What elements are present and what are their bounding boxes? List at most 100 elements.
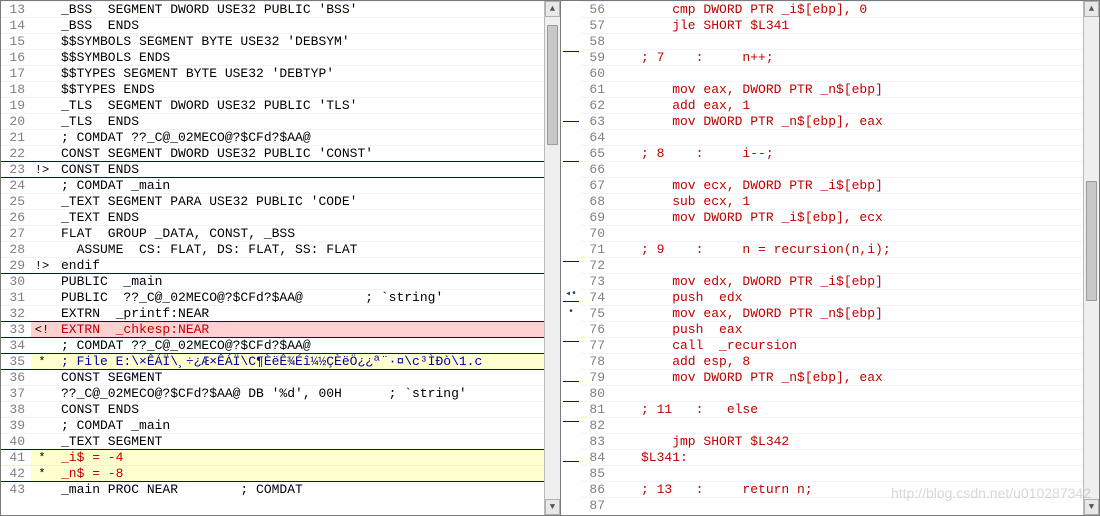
code-row[interactable]: 77 call _recursion	[581, 337, 1099, 353]
code-row[interactable]: 39; COMDAT _main	[1, 417, 560, 433]
code-row[interactable]: 80	[581, 385, 1099, 401]
code-row[interactable]: 86; 13 : return n;	[581, 481, 1099, 497]
code-text: ASSUME CS: FLAT, DS: FLAT, SS: FLAT	[53, 242, 560, 257]
diff-overview-strip[interactable]: ◂• •	[561, 1, 581, 515]
code-row[interactable]: 60	[581, 65, 1099, 81]
code-row[interactable]: 84$L341:	[581, 449, 1099, 465]
code-row[interactable]: 40_TEXT SEGMENT	[1, 433, 560, 449]
code-row[interactable]: 63 mov DWORD PTR _n$[ebp], eax	[581, 113, 1099, 129]
code-text: _TEXT SEGMENT PARA USE32 PUBLIC 'CODE'	[53, 194, 560, 209]
code-row[interactable]: 30PUBLIC _main	[1, 273, 560, 289]
left-diff-pane[interactable]: 13_BSS SEGMENT DWORD USE32 PUBLIC 'BSS'1…	[1, 1, 561, 515]
code-row[interactable]: 35*; File E:\×ÊÁÏ\¸÷¿Æ×ÊÁÏ\C¶ÈëÊ¾Éî¼½ÇÈë…	[1, 353, 560, 369]
code-row[interactable]: 27FLAT GROUP _DATA, CONST, _BSS	[1, 225, 560, 241]
code-row[interactable]: 15$$SYMBOLS SEGMENT BYTE USE32 'DEBSYM'	[1, 33, 560, 49]
map-line	[563, 421, 579, 422]
line-number: 39	[1, 418, 31, 433]
diff-marker	[611, 194, 633, 209]
code-row[interactable]: 66	[581, 161, 1099, 177]
code-row[interactable]: 43_main PROC NEAR ; COMDAT	[1, 481, 560, 497]
right-diff-pane[interactable]: 56 cmp DWORD PTR _i$[ebp], 057 jle SHORT…	[581, 1, 1099, 515]
scroll-down-icon[interactable]: ▼	[545, 499, 560, 515]
code-row[interactable]: 87	[581, 497, 1099, 513]
code-row[interactable]: 25_TEXT SEGMENT PARA USE32 PUBLIC 'CODE'	[1, 193, 560, 209]
line-number: 28	[1, 242, 31, 257]
line-number: 66	[581, 162, 611, 177]
diff-marker	[611, 338, 633, 353]
code-row[interactable]: 81; 11 : else	[581, 401, 1099, 417]
code-text: _TEXT ENDS	[53, 210, 560, 225]
code-row[interactable]: 24; COMDAT _main	[1, 177, 560, 193]
code-text	[633, 386, 1099, 401]
scroll-thumb[interactable]	[547, 25, 558, 145]
arrow-left-icon[interactable]: ◂•	[564, 287, 578, 301]
code-text: endif	[53, 258, 560, 273]
code-row[interactable]: 42*_n$ = -8	[1, 465, 560, 481]
code-row[interactable]: 18$$TYPES ENDS	[1, 81, 560, 97]
code-row[interactable]: 67 mov ecx, DWORD PTR _i$[ebp]	[581, 177, 1099, 193]
code-row[interactable]: 41*_i$ = -4	[1, 449, 560, 465]
code-row[interactable]: 69 mov DWORD PTR _i$[ebp], ecx	[581, 209, 1099, 225]
code-row[interactable]: 64	[581, 129, 1099, 145]
code-row[interactable]: 71; 9 : n = recursion(n,i);	[581, 241, 1099, 257]
code-row[interactable]: 70	[581, 225, 1099, 241]
code-row[interactable]: 17$$TYPES SEGMENT BYTE USE32 'DEBTYP'	[1, 65, 560, 81]
code-row[interactable]: 28 ASSUME CS: FLAT, DS: FLAT, SS: FLAT	[1, 241, 560, 257]
code-row[interactable]: 78 add esp, 8	[581, 353, 1099, 369]
code-row[interactable]: 22CONST SEGMENT DWORD USE32 PUBLIC 'CONS…	[1, 145, 560, 161]
scroll-up-icon[interactable]: ▲	[1084, 1, 1099, 17]
code-text: $$TYPES ENDS	[53, 82, 560, 97]
code-row[interactable]: 32EXTRN _printf:NEAR	[1, 305, 560, 321]
code-row[interactable]: 31PUBLIC ??_C@_02MECO@?$CFd?$AA@ ; `stri…	[1, 289, 560, 305]
code-row[interactable]: 38CONST ENDS	[1, 401, 560, 417]
scroll-thumb[interactable]	[1086, 181, 1097, 301]
line-number: 19	[1, 98, 31, 113]
code-row[interactable]: 57 jle SHORT $L341	[581, 17, 1099, 33]
scroll-down-icon[interactable]: ▼	[1084, 499, 1099, 515]
code-row[interactable]: 83 jmp SHORT $L342	[581, 433, 1099, 449]
code-row[interactable]: 73 mov edx, DWORD PTR _i$[ebp]	[581, 273, 1099, 289]
code-text: $$SYMBOLS SEGMENT BYTE USE32 'DEBSYM'	[53, 34, 560, 49]
code-row[interactable]: 62 add eax, 1	[581, 97, 1099, 113]
dot-icon[interactable]: •	[564, 305, 578, 319]
code-row[interactable]: 13_BSS SEGMENT DWORD USE32 PUBLIC 'BSS'	[1, 1, 560, 17]
code-row[interactable]: 82	[581, 417, 1099, 433]
code-row[interactable]: 59; 7 : n++;	[581, 49, 1099, 65]
code-row[interactable]: 26_TEXT ENDS	[1, 209, 560, 225]
code-row[interactable]: 20_TLS ENDS	[1, 113, 560, 129]
diff-marker: *	[31, 466, 53, 481]
code-row[interactable]: 14_BSS ENDS	[1, 17, 560, 33]
code-row[interactable]: 65; 8 : i--;	[581, 145, 1099, 161]
code-text: _TLS SEGMENT DWORD USE32 PUBLIC 'TLS'	[53, 98, 560, 113]
code-row[interactable]: 58	[581, 33, 1099, 49]
code-row[interactable]: 72	[581, 257, 1099, 273]
code-row[interactable]: 79 mov DWORD PTR _n$[ebp], eax	[581, 369, 1099, 385]
code-row[interactable]: 74 push edx	[581, 289, 1099, 305]
code-row[interactable]: 85	[581, 465, 1099, 481]
diff-marker	[611, 274, 633, 289]
code-row[interactable]: 29!>endif	[1, 257, 560, 273]
line-number: 42	[1, 466, 31, 481]
right-scrollbar[interactable]: ▲ ▼	[1083, 1, 1099, 515]
code-row[interactable]: 33<!EXTRN _chkesp:NEAR	[1, 321, 560, 337]
code-text	[633, 34, 1099, 49]
code-row[interactable]: 16$$SYMBOLS ENDS	[1, 49, 560, 65]
code-row[interactable]: 75 mov eax, DWORD PTR _n$[ebp]	[581, 305, 1099, 321]
code-row[interactable]: 37??_C@_02MECO@?$CFd?$AA@ DB '%d', 00H ;…	[1, 385, 560, 401]
code-row[interactable]: 21; COMDAT ??_C@_02MECO@?$CFd?$AA@	[1, 129, 560, 145]
diff-marker	[611, 210, 633, 225]
code-row[interactable]: 36CONST SEGMENT	[1, 369, 560, 385]
diff-marker	[31, 178, 53, 193]
left-scrollbar[interactable]: ▲ ▼	[544, 1, 560, 515]
code-row[interactable]: 61 mov eax, DWORD PTR _n$[ebp]	[581, 81, 1099, 97]
code-row[interactable]: 76 push eax	[581, 321, 1099, 337]
map-line	[563, 301, 579, 302]
code-row[interactable]: 68 sub ecx, 1	[581, 193, 1099, 209]
code-row[interactable]: 19 _TLS SEGMENT DWORD USE32 PUBLIC 'TLS'	[1, 97, 560, 113]
code-row[interactable]: 23!>CONST ENDS	[1, 161, 560, 177]
code-row[interactable]: 34; COMDAT ??_C@_02MECO@?$CFd?$AA@	[1, 337, 560, 353]
scroll-up-icon[interactable]: ▲	[545, 1, 560, 17]
line-number: 86	[581, 482, 611, 497]
code-row[interactable]: 56 cmp DWORD PTR _i$[ebp], 0	[581, 1, 1099, 17]
code-text: CONST SEGMENT DWORD USE32 PUBLIC 'CONST'	[53, 146, 560, 161]
